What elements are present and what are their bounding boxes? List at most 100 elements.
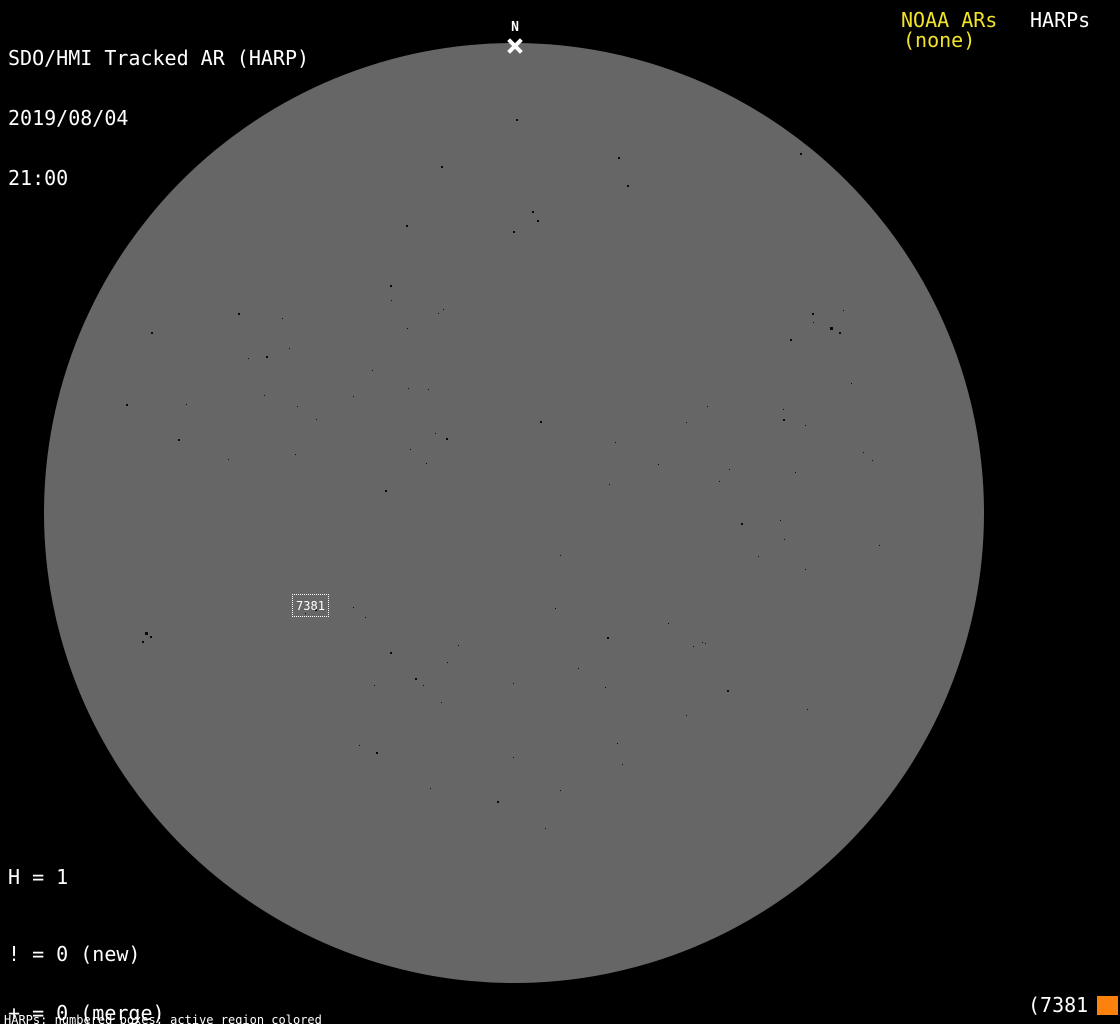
sunspot-speckle <box>150 636 152 638</box>
sunspot-speckle <box>374 685 375 686</box>
sunspot-speckle <box>851 383 852 384</box>
north-cross-marker <box>505 36 525 56</box>
sunspot-speckle <box>151 332 153 334</box>
sunspot-speckle <box>438 313 439 314</box>
sunspot-speckle <box>537 220 539 222</box>
sunspot-speckle <box>741 523 743 525</box>
sunspot-speckle <box>443 309 444 310</box>
sunspot-speckle <box>578 668 579 669</box>
sunspot-speckle <box>458 645 459 646</box>
sunspot-speckle <box>353 607 354 608</box>
sunspot-speckle <box>142 641 144 643</box>
sunspot-speckle <box>497 801 499 803</box>
sunspot-speckle <box>513 757 514 758</box>
sunspot-speckle <box>238 313 240 315</box>
sunspot-speckle <box>228 459 229 460</box>
sunspot-speckle <box>513 231 515 233</box>
sunspot-speckle <box>627 185 629 187</box>
sunspot-speckle <box>813 322 814 323</box>
sunspot-speckle <box>126 404 128 406</box>
sunspot-speckle <box>376 752 378 754</box>
sunspot-speckle <box>805 425 806 426</box>
sunspot-speckle <box>178 439 180 441</box>
sunspot-speckle <box>605 687 606 688</box>
sunspot-speckle <box>727 690 729 692</box>
sunspot-speckle <box>426 463 427 464</box>
sunspot-speckle <box>686 422 687 423</box>
sunspot-speckle <box>693 646 694 647</box>
sunspot-speckle <box>406 225 408 227</box>
sunspot-speckle <box>863 452 864 453</box>
sunspot-speckle <box>607 637 609 639</box>
sunspot-speckle <box>513 683 514 684</box>
harp-box: 7381 <box>292 594 329 617</box>
sunspot-speckle <box>729 469 730 470</box>
sunspot-speckle <box>359 745 360 746</box>
sunspot-speckle <box>800 153 802 155</box>
sunspot-speckle <box>812 313 814 315</box>
sunspot-speckle <box>289 348 290 349</box>
sunspot-speckle <box>618 157 620 159</box>
sunspot-speckle <box>390 652 392 654</box>
sunspot-speckle <box>295 454 296 455</box>
sunspot-speckle <box>516 119 518 121</box>
sunspot-speckle <box>783 419 785 421</box>
sunspot-speckle <box>423 685 424 686</box>
footer-line-harps: HARPs: numbered boxes; active region col… <box>4 1013 322 1024</box>
north-label: N <box>511 20 519 35</box>
sunspot-speckle <box>658 464 659 465</box>
sunspot-speckle <box>435 433 436 434</box>
sunspot-speckle <box>408 388 409 389</box>
date-label: 2019/08/04 <box>8 106 129 130</box>
sunspot-speckle <box>795 472 796 473</box>
harp-viewer-canvas: 7381 N SDO/HMI Tracked AR (HARP) 2019/08… <box>0 0 1120 1024</box>
sunspot-speckle <box>707 406 708 407</box>
sunspot-speckle <box>390 285 392 287</box>
sunspot-speckle <box>415 678 417 680</box>
sunspot-speckle <box>872 460 873 461</box>
sunspot-speckle <box>615 442 616 443</box>
sunspot-speckle <box>264 395 265 396</box>
sunspot-speckle <box>545 828 546 829</box>
harp-box-label: 7381 <box>296 598 325 613</box>
sunspot-speckle <box>758 556 759 557</box>
sunspot-speckle <box>447 662 448 663</box>
harps-heading: HARPs <box>1030 8 1091 32</box>
counter-line-new: ! = 0 (new) <box>8 942 141 967</box>
sunspot-speckle <box>839 332 841 334</box>
sunspot-speckle <box>353 396 354 397</box>
harp-id-caption: (7381 <box>1028 993 1089 1017</box>
sunspot-speckle <box>622 764 623 765</box>
sunspot-speckle <box>668 623 669 624</box>
noaa-ars-heading: NOAA ARs <box>901 8 998 32</box>
sunspot-speckle <box>609 484 610 485</box>
noaa-ars-value: (none) <box>903 28 976 52</box>
sunspot-speckle <box>186 404 187 405</box>
sunspot-speckle <box>266 356 268 358</box>
sunspot-speckle <box>790 339 792 341</box>
sunspot-speckle <box>441 702 442 703</box>
sunspot-speckle <box>428 389 429 390</box>
sunspot-speckle <box>686 715 687 716</box>
sunspot-speckle <box>784 539 785 540</box>
sunspot-speckle <box>145 632 148 635</box>
sunspot-speckle <box>843 310 844 311</box>
sunspot-speckle <box>297 406 298 407</box>
sunspot-speckle <box>410 449 411 450</box>
sunspot-speckle <box>805 569 806 570</box>
sunspot-speckle <box>391 300 392 301</box>
harp-color-swatch <box>1097 996 1118 1015</box>
sunspot-speckle <box>532 211 534 213</box>
sunspot-speckle <box>783 409 784 410</box>
sunspot-speckle <box>719 481 720 482</box>
sunspot-speckle <box>282 318 283 319</box>
sunspot-speckle <box>555 608 556 609</box>
sunspot-speckle <box>365 617 366 618</box>
sunspot-speckle <box>446 438 448 440</box>
sunspot-speckle <box>879 545 880 546</box>
app-title: SDO/HMI Tracked AR (HARP) <box>8 46 310 70</box>
sunspot-speckle <box>780 520 781 521</box>
sunspot-speckle <box>372 370 373 371</box>
time-label: 21:00 <box>8 166 69 190</box>
harp-count-line: H = 1 <box>8 864 69 889</box>
